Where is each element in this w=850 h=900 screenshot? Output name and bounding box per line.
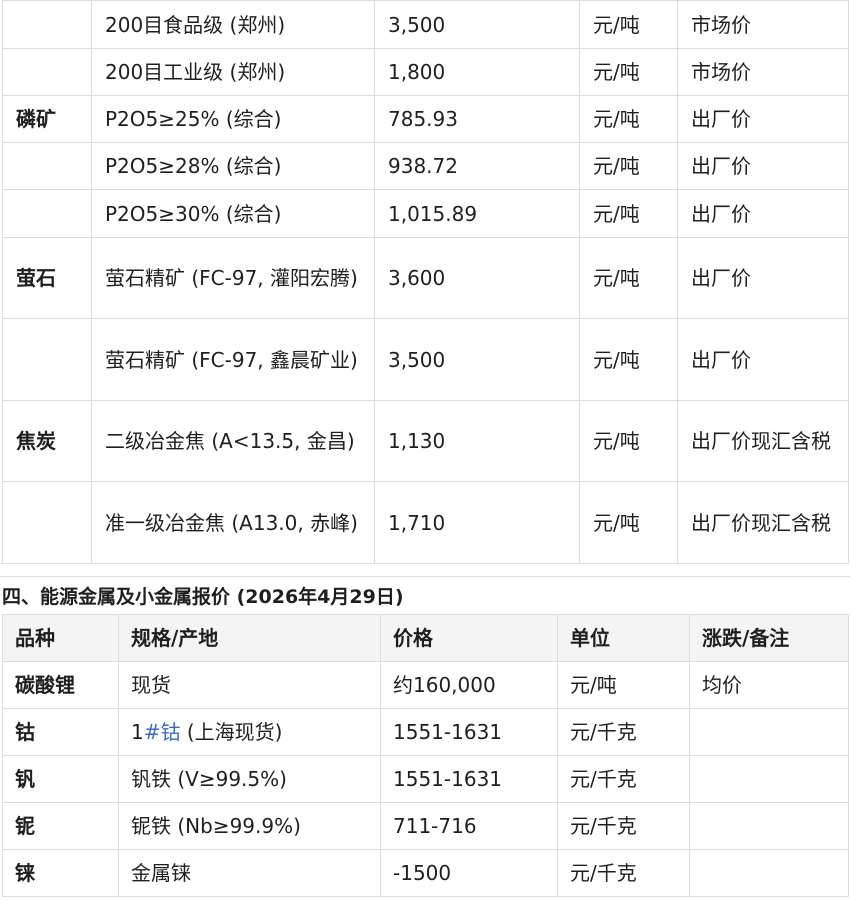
column-header: 价格 [380,614,558,662]
table-row: 准一级冶金焦 (A13.0, 赤峰) 1,710 元/吨 出厂价现汇含税 [2,481,849,564]
column-header: 涨跌/备注 [689,614,849,662]
note-cell: 出厂价 [677,318,849,401]
table-row: 钒 钒铁 (V≥99.5%) 1551-1631 元/千克 [2,755,849,803]
note-cell: 均价 [689,661,849,709]
note-cell: 出厂价 [677,142,849,190]
price-cell: 约160,000 [380,661,558,709]
column-header: 规格/产地 [118,614,381,662]
unit-cell: 元/吨 [579,400,678,482]
unit-cell: 元/吨 [579,95,678,143]
price-cell: 3,500 [374,318,580,401]
table-row: 磷矿 P2O5≥25% (综合) 785.93 元/吨 出厂价 [2,95,849,143]
price-cell: 711-716 [380,802,558,850]
table-row: 钴 1#钴 (上海现货) 1551-1631 元/千克 [2,708,849,756]
note-cell [689,708,849,756]
spec-prefix: 1 [131,720,144,744]
table-row: P2O5≥30% (综合) 1,015.89 元/吨 出厂价 [2,189,849,238]
price-table-nonmetal: 200目食品级 (郑州) 3,500 元/吨 市场价 200目工业级 (郑州) … [2,0,849,564]
spec-cell: 200目食品级 (郑州) [91,0,375,49]
category-cell [2,48,92,96]
note-cell: 出厂价 [677,95,849,143]
category-cell: 萤石 [2,237,92,319]
price-cell: 1,015.89 [374,189,580,238]
note-cell: 市场价 [677,0,849,49]
unit-cell: 元/吨 [579,0,678,49]
column-header: 品种 [2,614,119,662]
table-row: 萤石 萤石精矿 (FC-97, 灌阳宏腾) 3,600 元/吨 出厂价 [2,237,849,319]
spec-cell: P2O5≥25% (综合) [91,95,375,143]
note-cell [689,802,849,850]
price-cell: 3,500 [374,0,580,49]
spec-suffix: (上海现货) [180,720,283,744]
note-cell: 出厂价现汇含税 [677,400,849,482]
price-cell: 1,800 [374,48,580,96]
price-cell: 1551-1631 [380,755,558,803]
unit-cell: 元/吨 [579,318,678,401]
spec-cell: 金属铼 [118,849,381,897]
unit-cell: 元/吨 [579,142,678,190]
note-cell: 市场价 [677,48,849,96]
category-cell: 钴 [2,708,119,756]
unit-cell: 元/吨 [579,481,678,564]
category-cell: 铼 [2,849,119,897]
spec-cell: 萤石精矿 (FC-97, 鑫晨矿业) [91,318,375,401]
table-row: 200目工业级 (郑州) 1,800 元/吨 市场价 [2,48,849,96]
price-cell: -1500 [380,849,558,897]
table-row: 萤石精矿 (FC-97, 鑫晨矿业) 3,500 元/吨 出厂价 [2,318,849,401]
table-row: 铼 金属铼 -1500 元/千克 [2,849,849,897]
unit-cell: 元/吨 [579,189,678,238]
price-table-energy-metals: 品种 规格/产地 价格 单位 涨跌/备注 碳酸锂 现货 约160,000 元/吨… [2,614,849,897]
category-cell [2,0,92,49]
price-cell: 1,130 [374,400,580,482]
unit-cell: 元/千克 [557,755,690,803]
category-cell [2,189,92,238]
note-cell [689,755,849,803]
category-cell [2,481,92,564]
note-cell [689,849,849,897]
column-header: 单位 [557,614,690,662]
table-row: P2O5≥28% (综合) 938.72 元/吨 出厂价 [2,142,849,190]
unit-cell: 元/吨 [557,661,690,709]
spec-cell: 1#钴 (上海现货) [118,708,381,756]
unit-cell: 元/千克 [557,849,690,897]
spec-cell: 钒铁 (V≥99.5%) [118,755,381,803]
spec-cell: 铌铁 (Nb≥99.9%) [118,802,381,850]
table-row: 铌 铌铁 (Nb≥99.9%) 711-716 元/千克 [2,802,849,850]
price-cell: 1551-1631 [380,708,558,756]
spec-cell: 现货 [118,661,381,709]
category-cell: 碳酸锂 [2,661,119,709]
table-row: 焦炭 二级冶金焦 (A<13.5, 金昌) 1,130 元/吨 出厂价现汇含税 [2,400,849,482]
spec-cell: 萤石精矿 (FC-97, 灌阳宏腾) [91,237,375,319]
note-cell: 出厂价现汇含税 [677,481,849,564]
unit-cell: 元/千克 [557,708,690,756]
hashtag-link[interactable]: #钴 [144,720,181,744]
table-row: 200目食品级 (郑州) 3,500 元/吨 市场价 [2,0,849,49]
section-heading: 四、能源金属及小金属报价 (2026年4月29日) [0,576,850,617]
category-cell: 钒 [2,755,119,803]
note-cell: 出厂价 [677,237,849,319]
note-cell: 出厂价 [677,189,849,238]
unit-cell: 元/吨 [579,48,678,96]
table-header-row: 品种 规格/产地 价格 单位 涨跌/备注 [2,614,849,662]
category-cell [2,142,92,190]
spec-cell: 200目工业级 (郑州) [91,48,375,96]
price-cell: 785.93 [374,95,580,143]
category-cell [2,318,92,401]
unit-cell: 元/吨 [579,237,678,319]
price-cell: 1,710 [374,481,580,564]
unit-cell: 元/千克 [557,802,690,850]
spec-cell: P2O5≥30% (综合) [91,189,375,238]
category-cell: 铌 [2,802,119,850]
category-cell: 磷矿 [2,95,92,143]
spec-cell: 二级冶金焦 (A<13.5, 金昌) [91,400,375,482]
price-cell: 3,600 [374,237,580,319]
category-cell: 焦炭 [2,400,92,482]
spec-cell: 准一级冶金焦 (A13.0, 赤峰) [91,481,375,564]
price-cell: 938.72 [374,142,580,190]
table-row: 碳酸锂 现货 约160,000 元/吨 均价 [2,661,849,709]
spec-cell: P2O5≥28% (综合) [91,142,375,190]
